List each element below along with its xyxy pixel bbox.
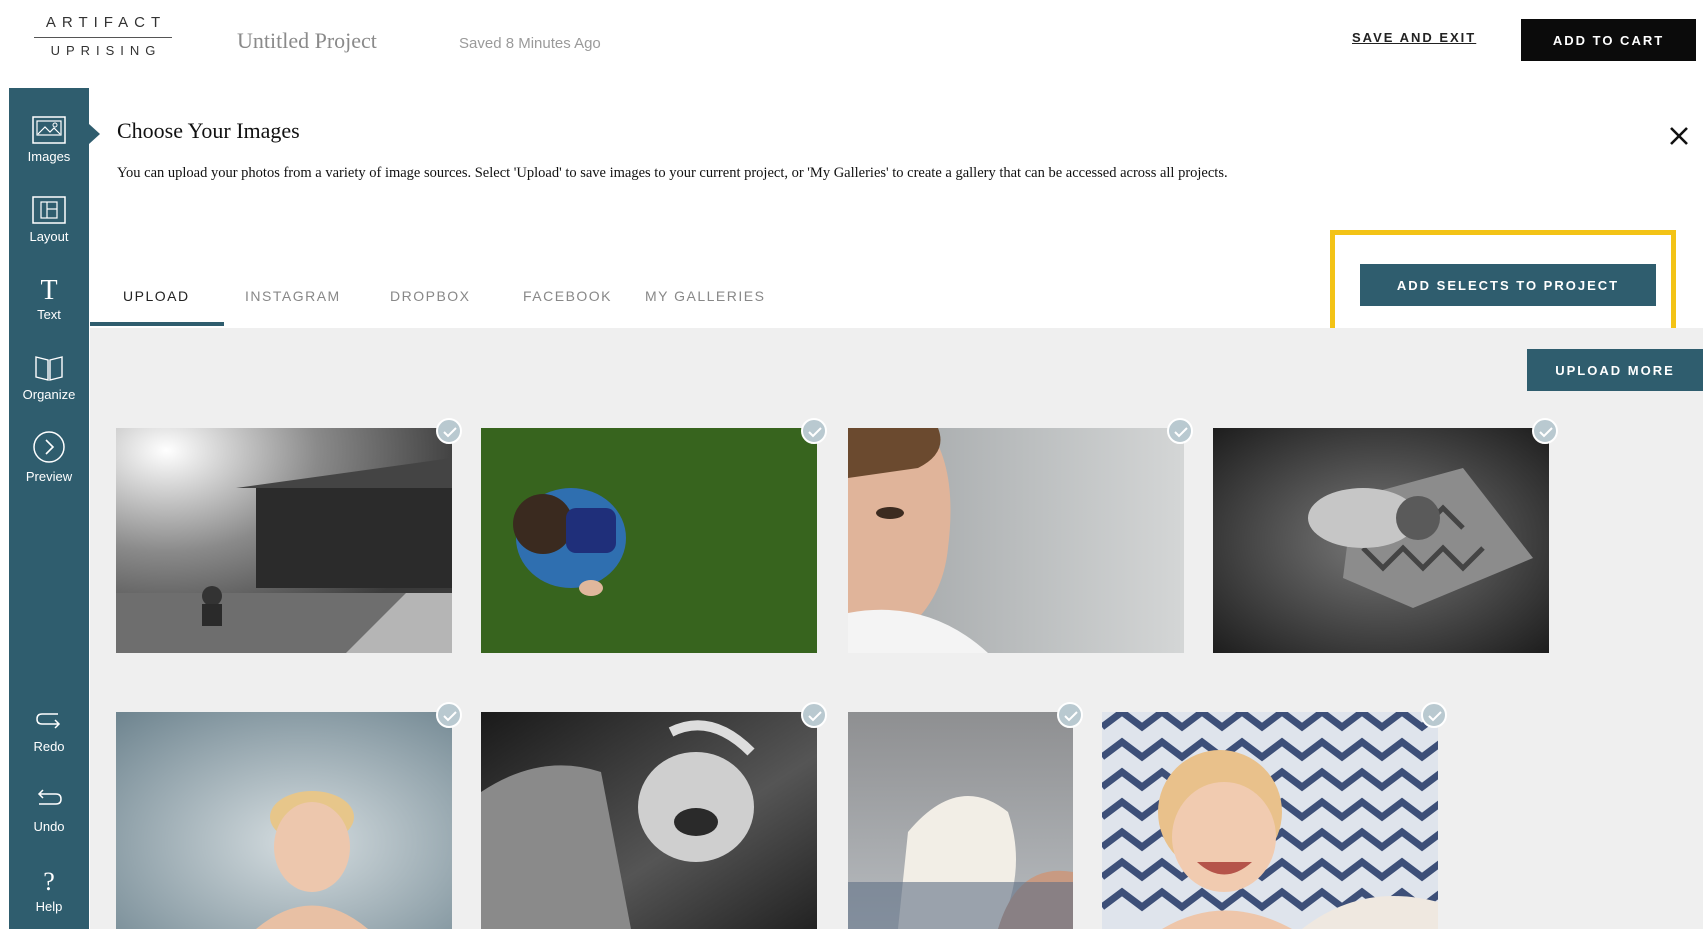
- tab-dropbox[interactable]: DROPBOX: [390, 288, 471, 304]
- panel-description: You can upload your photos from a variet…: [117, 165, 1228, 181]
- project-title[interactable]: Untitled Project: [237, 28, 377, 54]
- selected-check-icon[interactable]: [436, 702, 462, 728]
- photo-thumbnail-3[interactable]: [848, 428, 1184, 653]
- sidebar-item-redo[interactable]: Redo: [9, 708, 89, 754]
- sidebar-label-text: Text: [37, 307, 61, 322]
- active-tab-indicator: [90, 322, 224, 326]
- svg-text:?: ?: [43, 867, 55, 894]
- photo-3-image: [848, 428, 1184, 653]
- sidebar-label-layout: Layout: [29, 229, 69, 244]
- left-sidebar: Images Layout T Text Organize Preview Re…: [9, 88, 89, 929]
- selected-check-icon[interactable]: [1532, 418, 1558, 444]
- panel-title: Choose Your Images: [117, 118, 300, 143]
- save-and-exit-link[interactable]: SAVE AND EXIT: [1352, 30, 1476, 45]
- photo-5-image: [116, 712, 452, 929]
- photo-6-image: [481, 712, 817, 929]
- source-tabs: UPLOAD INSTAGRAM DROPBOX FACEBOOK MY GAL…: [90, 268, 890, 328]
- photo-thumbnail-4[interactable]: [1213, 428, 1549, 653]
- photo-thumbnail-5[interactable]: [116, 712, 452, 929]
- selected-check-icon[interactable]: [1057, 702, 1083, 728]
- logo-line-2: UPRISING: [50, 43, 162, 58]
- sidebar-item-images[interactable]: Images: [9, 116, 89, 164]
- text-icon: T: [40, 275, 57, 302]
- chevron-right-circle-icon: [33, 431, 65, 463]
- sidebar-item-layout[interactable]: Layout: [9, 196, 89, 244]
- photo-8-image: [1102, 712, 1438, 929]
- photo-thumbnail-8[interactable]: [1102, 712, 1438, 929]
- photo-thumbnail-2[interactable]: [481, 428, 817, 653]
- photo-1-image: [116, 428, 452, 653]
- photo-thumbnail-1[interactable]: [116, 428, 452, 653]
- tab-instagram[interactable]: INSTAGRAM: [245, 288, 341, 304]
- photo-thumbnail-7[interactable]: [848, 712, 1073, 929]
- sidebar-label-organize: Organize: [22, 387, 76, 402]
- undo-icon: [37, 789, 62, 805]
- sidebar-item-text[interactable]: T Text: [9, 274, 89, 322]
- redo-icon: [36, 713, 61, 729]
- sidebar-item-preview[interactable]: Preview: [9, 430, 89, 484]
- sidebar-label-preview: Preview: [25, 469, 73, 484]
- selected-check-icon[interactable]: [436, 418, 462, 444]
- close-icon[interactable]: [1668, 125, 1692, 149]
- sidebar-label-images: Images: [27, 149, 71, 164]
- photo-2-image: [481, 428, 817, 653]
- book-icon: [35, 356, 63, 381]
- photo-thumbnail-6[interactable]: [481, 712, 817, 929]
- active-item-pointer: [89, 124, 100, 144]
- sidebar-label-redo: Redo: [33, 739, 65, 754]
- selected-check-icon[interactable]: [1167, 418, 1193, 444]
- selected-check-icon[interactable]: [801, 702, 827, 728]
- tab-facebook[interactable]: FACEBOOK: [523, 288, 612, 304]
- artifact-uprising-logo[interactable]: ARTIFACT UPRISING: [34, 14, 172, 64]
- sidebar-label-undo: Undo: [33, 819, 65, 834]
- layout-icon: [32, 196, 66, 224]
- sidebar-item-help[interactable]: ? Help: [9, 866, 89, 914]
- top-header: ARTIFACT UPRISING Untitled Project Saved…: [0, 0, 1703, 88]
- tab-upload[interactable]: UPLOAD: [123, 288, 190, 304]
- tab-my-galleries[interactable]: MY GALLERIES: [645, 288, 765, 304]
- logo-divider: [34, 37, 172, 38]
- sidebar-label-help: Help: [35, 899, 63, 914]
- image-icon: [32, 116, 66, 144]
- add-to-cart-button[interactable]: ADD TO CART: [1521, 19, 1696, 61]
- selected-check-icon[interactable]: [1421, 702, 1447, 728]
- saved-status: Saved 8 Minutes Ago: [459, 35, 601, 52]
- help-icon: ?: [43, 867, 55, 894]
- svg-text:T: T: [40, 275, 57, 302]
- selected-check-icon[interactable]: [801, 418, 827, 444]
- photo-4-image: [1213, 428, 1549, 653]
- sidebar-item-organize[interactable]: Organize: [9, 354, 89, 402]
- upload-more-button[interactable]: UPLOAD MORE: [1527, 349, 1703, 391]
- add-selects-to-project-button[interactable]: ADD SELECTS TO PROJECT: [1360, 264, 1656, 306]
- sidebar-item-undo[interactable]: Undo: [9, 788, 89, 834]
- logo-line-1: ARTIFACT: [45, 14, 167, 31]
- photo-7-image: [848, 712, 1073, 929]
